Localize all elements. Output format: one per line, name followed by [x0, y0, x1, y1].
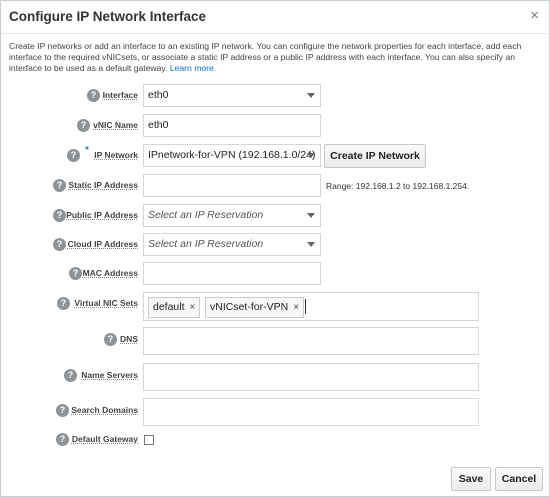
chevron-down-icon [307, 213, 315, 218]
public-ip-select[interactable]: Select an IP Reservation [143, 204, 321, 227]
search-domains-row: ? Search Domains [1, 397, 549, 427]
dialog-title: Configure IP Network Interface [9, 9, 207, 24]
cloud-ip-select[interactable]: Select an IP Reservation [143, 233, 321, 256]
vnic-set-chip: vNICset-for-VPN × [205, 297, 305, 318]
static-ip-range-hint: Range: 192.168.1.2 to 192.168.1.254. [326, 181, 470, 191]
interface-row: ? Interface eth0 [1, 83, 549, 109]
dialog-description: Create IP networks or add an interface t… [9, 41, 545, 74]
text-cursor [305, 299, 306, 314]
chip-label: vNICset-for-VPN [210, 301, 289, 313]
name-servers-label: Name Servers [81, 370, 138, 380]
interface-value: eth0 [148, 89, 169, 101]
help-icon[interactable]: ? [53, 238, 66, 251]
learn-more-link[interactable]: Learn more. [170, 63, 216, 73]
required-indicator: * [85, 145, 89, 156]
help-icon[interactable]: ? [77, 119, 90, 132]
static-ip-input[interactable] [143, 174, 321, 197]
dialog-header: Configure IP Network Interface × [1, 1, 549, 34]
save-button[interactable]: Save [451, 467, 491, 491]
mac-label: MAC Address [82, 268, 138, 278]
remove-chip-icon[interactable]: × [293, 302, 299, 313]
vnic-name-input[interactable]: eth0 [143, 114, 321, 137]
cancel-button[interactable]: Cancel [495, 467, 543, 491]
mac-input[interactable] [143, 262, 321, 285]
static-ip-label: Static IP Address [68, 180, 138, 190]
ip-network-select[interactable]: IPnetwork-for-VPN (192.168.1.0/24) [143, 144, 321, 167]
chevron-down-icon [307, 153, 315, 158]
ip-network-row: ? * IP Network IPnetwork-for-VPN (192.16… [1, 143, 549, 169]
name-servers-row: ? Name Servers [1, 362, 549, 392]
help-icon[interactable]: ? [53, 209, 66, 222]
help-icon[interactable]: ? [104, 333, 117, 346]
description-text: Create IP networks or add an interface t… [9, 41, 522, 73]
vnic-set-chip: default × [148, 297, 201, 318]
cloud-ip-label: Cloud IP Address [67, 239, 138, 249]
vnic-sets-input[interactable]: default × vNICset-for-VPN × [143, 292, 479, 321]
create-ip-network-button[interactable]: Create IP Network [324, 144, 426, 168]
vnic-sets-row: ? Virtual NIC Sets default × vNICset-for-… [1, 291, 549, 323]
help-icon[interactable]: ? [64, 369, 77, 382]
search-domains-label: Search Domains [71, 405, 138, 415]
dns-input[interactable] [143, 327, 479, 355]
chevron-down-icon [307, 242, 315, 247]
static-ip-row: ? Static IP Address Range: 192.168.1.2 t… [1, 173, 549, 199]
interface-label: Interface [102, 90, 138, 100]
vnic-name-value: eth0 [148, 119, 169, 131]
ip-network-label: IP Network [94, 150, 138, 160]
help-icon[interactable]: ? [53, 179, 66, 192]
name-servers-input[interactable] [143, 363, 479, 391]
help-icon[interactable]: ? [67, 149, 80, 162]
public-ip-row: ? Public IP Address Select an IP Reserva… [1, 203, 549, 229]
vnic-sets-label: Virtual NIC Sets [74, 298, 138, 308]
interface-select[interactable]: eth0 [143, 84, 321, 107]
public-ip-label: Public IP Address [66, 210, 138, 220]
cloud-ip-placeholder: Select an IP Reservation [148, 238, 264, 250]
public-ip-placeholder: Select an IP Reservation [148, 209, 264, 221]
default-gateway-row: ? Default Gateway [1, 431, 549, 449]
help-icon[interactable]: ? [87, 89, 100, 102]
vnic-name-row: ? vNIC Name eth0 [1, 113, 549, 139]
configure-ip-network-dialog: Configure IP Network Interface × Create … [0, 0, 550, 497]
dns-row: ? DNS [1, 326, 549, 356]
ip-network-value: IPnetwork-for-VPN (192.168.1.0/24) [148, 149, 316, 161]
vnic-name-label: vNIC Name [93, 120, 138, 130]
default-gateway-checkbox[interactable] [144, 435, 154, 445]
close-icon[interactable]: × [530, 8, 539, 24]
help-icon[interactable]: ? [69, 267, 82, 280]
mac-row: ? MAC Address [1, 261, 549, 287]
help-icon[interactable]: ? [56, 404, 69, 417]
help-icon[interactable]: ? [57, 297, 70, 310]
cloud-ip-row: ? Cloud IP Address Select an IP Reservat… [1, 232, 549, 258]
chevron-down-icon [307, 93, 315, 98]
search-domains-input[interactable] [143, 398, 479, 426]
help-icon[interactable]: ? [56, 433, 69, 446]
dns-label: DNS [120, 334, 138, 344]
remove-chip-icon[interactable]: × [190, 302, 196, 313]
chip-label: default [153, 301, 185, 313]
default-gateway-label: Default Gateway [71, 434, 138, 444]
